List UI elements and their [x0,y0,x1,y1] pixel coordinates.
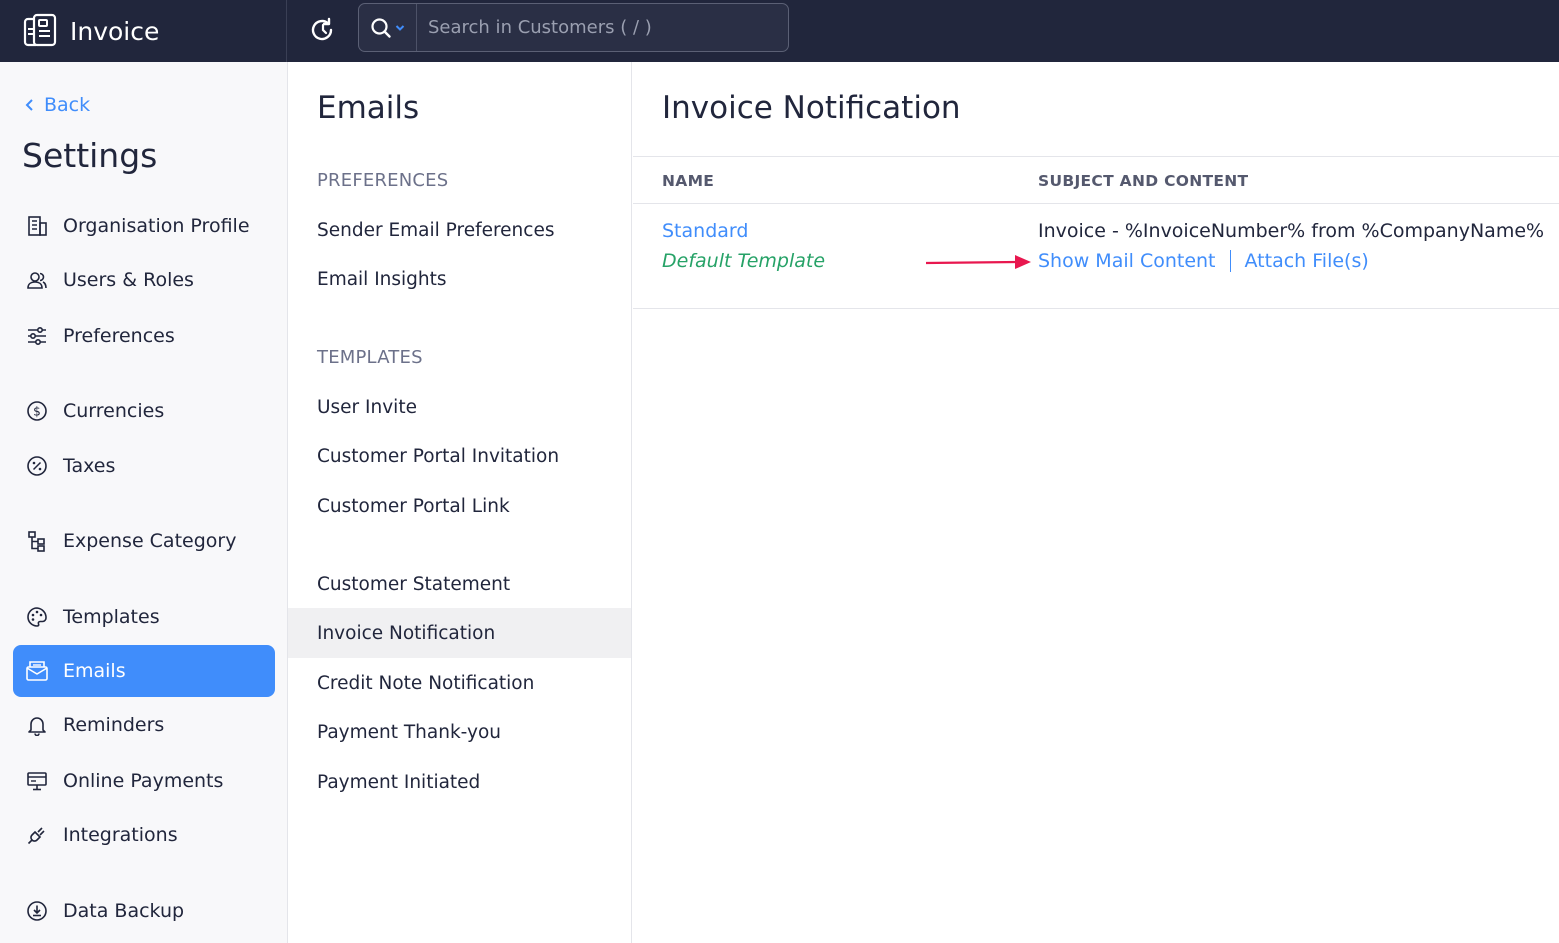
default-template-badge: Default Template [662,250,826,272]
menu-item-user-invite[interactable]: User Invite [288,382,631,432]
app-brand[interactable]: Invoice [0,0,287,62]
sidebar-item-currencies[interactable]: $ Currencies [13,385,275,437]
arrow-right-icon [925,255,1031,269]
sidebar-item-label: Organisation Profile [63,215,250,237]
sidebar-item-label: Integrations [63,824,178,846]
row-actions: Show Mail Content Attach File(s) [1038,250,1369,272]
menu-item-payment-thank-you[interactable]: Payment Thank-you [288,707,631,757]
search-input[interactable] [417,4,788,51]
plug-icon [25,823,49,847]
menu-item-sender-email-preferences[interactable]: Sender Email Preferences [288,205,631,255]
menu-item-customer-statement[interactable]: Customer Statement [288,559,631,609]
sidebar-item-label: Taxes [63,455,116,477]
sidebar-item-emails[interactable]: Emails [13,645,275,697]
chevron-left-icon [25,99,33,111]
envelope-icon [25,659,49,683]
page-title: Invoice Notification [662,90,961,126]
sidebar-item-organisation-profile[interactable]: Organisation Profile [13,200,275,252]
sidebar-item-label: Users & Roles [63,269,194,291]
divider [633,156,1559,157]
recent-history-button[interactable] [306,13,340,47]
hierarchy-icon [25,529,49,553]
sidebar-item-label: Reminders [63,714,165,736]
preferences-section-label: PREFERENCES [317,170,449,191]
sidebar-item-label: Currencies [63,400,165,422]
sidebar-item-users-roles[interactable]: Users & Roles [13,254,275,306]
settings-title: Settings [22,136,158,175]
column-header-subject: SUBJECT AND CONTENT [1038,172,1249,190]
sidebar-item-label: Data Backup [63,900,185,922]
search-bar [358,3,789,52]
divider [633,203,1559,204]
sidebar-item-preferences[interactable]: Preferences [13,310,275,362]
sidebar-item-expense-category[interactable]: Expense Category [13,515,275,567]
sidebar-item-templates[interactable]: Templates [13,591,275,643]
settings-sidebar: Back Settings Organisation Profile Users… [0,62,288,943]
backup-icon [25,899,49,923]
history-icon [311,17,333,41]
email-subject: Invoice - %InvoiceNumber% from %CompanyN… [1038,220,1545,242]
divider [633,308,1559,309]
back-label: Back [44,94,91,116]
users-icon [25,268,49,292]
top-bar: Invoice [0,0,1559,62]
menu-item-customer-portal-invitation[interactable]: Customer Portal Invitation [288,431,631,481]
sidebar-item-label: Online Payments [63,770,224,792]
sidebar-item-label: Emails [63,660,126,682]
show-mail-content-link[interactable]: Show Mail Content [1038,250,1216,272]
emails-menu: Emails PREFERENCES Sender Email Preferen… [288,62,632,943]
sidebar-item-label: Expense Category [63,530,237,552]
building-icon [25,214,49,238]
back-link[interactable]: Back [24,94,90,116]
menu-item-invoice-notification[interactable]: Invoice Notification [288,608,631,658]
sidebar-item-taxes[interactable]: Taxes [13,440,275,492]
svg-text:$: $ [33,405,41,419]
chevron-down-icon [395,24,405,31]
emails-title: Emails [317,90,420,126]
app-name: Invoice [70,16,160,46]
sidebar-item-data-backup[interactable]: Data Backup [13,885,275,937]
sliders-icon [25,324,49,348]
payment-icon [25,769,49,793]
percent-icon [25,454,49,478]
palette-icon [25,605,49,629]
templates-section-label: TEMPLATES [317,347,423,368]
menu-item-email-insights[interactable]: Email Insights [288,254,631,304]
sidebar-item-online-payments[interactable]: Online Payments [13,755,275,807]
column-header-name: NAME [662,172,715,190]
menu-item-credit-note-notification[interactable]: Credit Note Notification [288,658,631,708]
currency-icon: $ [25,399,49,423]
search-icon [371,17,391,38]
sidebar-item-integrations[interactable]: Integrations [13,809,275,861]
search-scope-dropdown[interactable] [359,4,417,51]
template-name-link[interactable]: Standard [662,220,748,242]
attach-files-link[interactable]: Attach File(s) [1245,250,1369,272]
sidebar-item-label: Templates [63,606,160,628]
invoice-logo-icon [23,13,57,47]
separator [1229,250,1231,272]
menu-item-customer-portal-link[interactable]: Customer Portal Link [288,481,631,531]
sidebar-item-reminders[interactable]: Reminders [13,699,275,751]
bell-icon [25,713,49,737]
content-panel: Invoice Notification NAME SUBJECT AND CO… [633,62,1559,943]
sidebar-item-label: Preferences [63,325,175,347]
menu-item-payment-initiated[interactable]: Payment Initiated [288,757,631,807]
